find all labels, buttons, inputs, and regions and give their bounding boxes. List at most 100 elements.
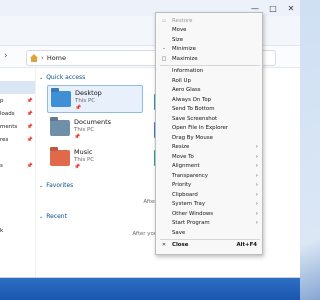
chevron-down-icon: ⌄ bbox=[39, 182, 44, 189]
sidebar-item[interactable]: ments 📌 bbox=[0, 120, 35, 133]
submenu-arrow-icon: › bbox=[255, 153, 258, 160]
menu-item-save[interactable]: Save bbox=[156, 228, 262, 238]
folder-name: Desktop bbox=[75, 89, 102, 97]
menu-item-label: Send To Bottom bbox=[172, 106, 215, 113]
menu-item-alignment[interactable]: Alignment › bbox=[156, 162, 262, 172]
menu-item-move[interactable]: Move bbox=[156, 26, 262, 36]
menu-item-resize[interactable]: Resize › bbox=[156, 143, 262, 153]
sidebar-item[interactable] bbox=[0, 211, 35, 224]
sidebar-item[interactable] bbox=[0, 198, 35, 211]
menu-item-label: Transparency bbox=[172, 172, 208, 179]
sidebar-item[interactable]: loads 📌 bbox=[0, 107, 35, 120]
quick-access-header[interactable]: ⌄ Quick access bbox=[39, 74, 85, 81]
sidebar-item[interactable]: res 📌 bbox=[0, 133, 35, 146]
folder-tile[interactable]: Documents This PC 📌 bbox=[47, 115, 143, 143]
menu-item-drag-by-mouse[interactable]: Drag By Mouse bbox=[156, 133, 262, 143]
menu-item-save-screenshot[interactable]: Save Screenshot bbox=[156, 114, 262, 124]
menu-item-priority[interactable]: Priority › bbox=[156, 181, 262, 191]
folder-location: This PC bbox=[74, 157, 95, 163]
menu-item-label: Restore bbox=[172, 17, 193, 24]
menu-item-label: Information bbox=[172, 68, 204, 75]
menu-item-maximize[interactable]: □ Maximize bbox=[156, 54, 262, 64]
menu-item-label: Save Screenshot bbox=[172, 115, 218, 122]
pin-icon: 📌 bbox=[74, 164, 81, 170]
menu-item-label: Open File In Explorer bbox=[172, 125, 229, 132]
menu-item-other-windows[interactable]: Other Windows › bbox=[156, 209, 262, 219]
recent-header[interactable]: ⌄ Recent bbox=[39, 213, 67, 220]
menu-item-always-on-top[interactable]: Always On Top bbox=[156, 95, 262, 105]
sidebar-item[interactable] bbox=[0, 146, 35, 159]
submenu-arrow-icon: › bbox=[255, 182, 258, 189]
menu-item-roll-up[interactable]: Roll Up bbox=[156, 76, 262, 86]
menu-item-icon: – bbox=[162, 46, 166, 53]
menu-item-icon: ✕ bbox=[161, 242, 167, 249]
nav-chevron-icon[interactable]: › bbox=[4, 51, 8, 61]
breadcrumb-home[interactable]: Home bbox=[47, 54, 66, 62]
sidebar-item[interactable]: s 📌 bbox=[0, 159, 35, 172]
submenu-arrow-icon: › bbox=[255, 210, 258, 217]
sidebar-item-label: p bbox=[0, 97, 4, 104]
menu-separator bbox=[160, 64, 260, 66]
favorites-label: Favorites bbox=[46, 182, 74, 189]
sidebar-item[interactable]: p 📌 bbox=[0, 94, 35, 107]
folder-info: Documents This PC 📌 bbox=[74, 118, 111, 140]
navigation-pane: p 📌 loads 📌 ments 📌 res 📌 s 📌 k bbox=[0, 68, 36, 277]
submenu-arrow-icon: › bbox=[255, 172, 258, 179]
folder-name: Documents bbox=[74, 118, 112, 126]
close-button[interactable]: ✕ bbox=[282, 0, 300, 16]
menu-item-label: Size bbox=[172, 36, 184, 43]
folder-location: This PC bbox=[74, 127, 95, 133]
menu-item-restore: ▫ Restore bbox=[156, 16, 262, 26]
maximize-button[interactable]: □ bbox=[264, 0, 282, 16]
folder-icon bbox=[50, 150, 70, 166]
menu-item-label: Minimize bbox=[172, 46, 196, 53]
menu-item-close[interactable]: ✕ Close Alt+F4 bbox=[156, 241, 262, 251]
menu-item-information[interactable]: Information bbox=[156, 67, 262, 77]
recent-label: Recent bbox=[46, 213, 67, 220]
pin-icon: 📌 bbox=[26, 123, 33, 130]
menu-item-system-tray[interactable]: System Tray › bbox=[156, 200, 262, 210]
menu-item-label: Always On Top bbox=[172, 96, 212, 103]
submenu-arrow-icon: › bbox=[255, 220, 258, 227]
folder-name: Music bbox=[74, 148, 93, 156]
pin-icon: 📌 bbox=[26, 136, 33, 143]
folder-location: This PC bbox=[75, 98, 96, 104]
menu-item-transparency[interactable]: Transparency › bbox=[156, 171, 262, 181]
sidebar-item-label: loads bbox=[0, 110, 15, 117]
menu-item-label: Aero Glass bbox=[172, 87, 201, 94]
menu-item-move-to[interactable]: Move To › bbox=[156, 152, 262, 162]
menu-item-size[interactable]: Size bbox=[156, 35, 262, 45]
pin-icon: 📌 bbox=[75, 105, 82, 111]
menu-item-open-file-in-explorer[interactable]: Open File In Explorer bbox=[156, 124, 262, 134]
menu-item-start-program[interactable]: Start Program › bbox=[156, 219, 262, 229]
submenu-arrow-icon: › bbox=[255, 191, 258, 198]
menu-item-shortcut: Alt+F4 bbox=[236, 242, 257, 249]
sidebar-item[interactable] bbox=[0, 68, 35, 81]
sidebar-item-label: ments bbox=[0, 123, 18, 130]
window-context-menu: ▫ Restore Move Size – Minimize □ Maximize Inform… bbox=[155, 12, 263, 255]
menu-item-aero-glass[interactable]: Aero Glass bbox=[156, 86, 262, 96]
sidebar-item[interactable]: k bbox=[0, 224, 35, 237]
sidebar-item-label: s bbox=[0, 162, 3, 169]
folder-tile[interactable]: Desktop This PC 📌 bbox=[47, 85, 143, 113]
menu-item-minimize[interactable]: – Minimize bbox=[156, 45, 262, 55]
pin-icon: 📌 bbox=[26, 97, 33, 104]
favorites-header[interactable]: ⌄ Favorites bbox=[39, 182, 73, 189]
menu-item-label: Other Windows bbox=[172, 210, 214, 217]
sidebar-item[interactable] bbox=[0, 172, 35, 185]
menu-item-label: Clipboard bbox=[172, 191, 198, 198]
folder-icon bbox=[51, 91, 71, 107]
sidebar-item[interactable] bbox=[0, 185, 35, 198]
folder-tile[interactable]: Music This PC 📌 bbox=[47, 145, 143, 173]
chevron-down-icon: ⌄ bbox=[39, 74, 44, 81]
submenu-arrow-icon: › bbox=[255, 163, 258, 170]
sidebar-item[interactable] bbox=[0, 81, 35, 94]
menu-item-send-to-bottom[interactable]: Send To Bottom bbox=[156, 105, 262, 115]
menu-item-label: Save bbox=[172, 229, 186, 236]
menu-item-clipboard[interactable]: Clipboard › bbox=[156, 190, 262, 200]
home-icon bbox=[30, 54, 38, 62]
pin-icon: 📌 bbox=[26, 110, 33, 117]
submenu-arrow-icon: › bbox=[255, 144, 258, 151]
quick-access-label: Quick access bbox=[46, 74, 86, 81]
taskbar bbox=[0, 278, 300, 300]
